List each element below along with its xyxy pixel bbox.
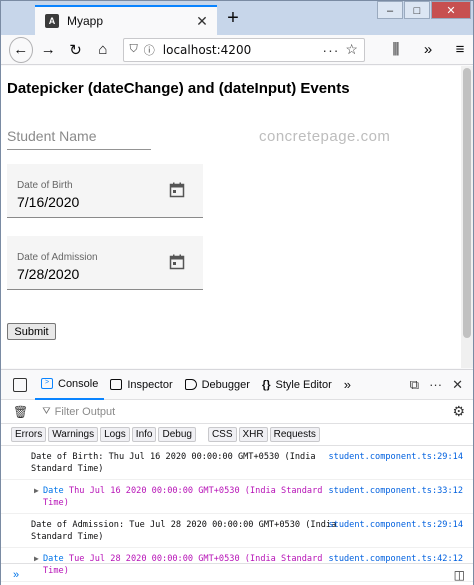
close-devtools-icon[interactable]: ✕ [452, 377, 463, 393]
student-name-input[interactable]: Student Name [7, 126, 151, 150]
tab-myapp[interactable]: A Myapp ✕ [35, 5, 217, 35]
date-of-birth-label: Date of Birth [17, 180, 73, 191]
console-level-filters: Errors Warnings Logs Info Debug CSS XHR … [1, 424, 473, 446]
more-tools-chevron-icon[interactable]: » [338, 370, 357, 400]
date-of-admission-field[interactable]: Date of Admission 7/28/2020 [7, 236, 203, 290]
calendar-icon[interactable] [169, 182, 185, 198]
close-tab-icon[interactable]: ✕ [193, 12, 211, 30]
library-icon[interactable]: ⫼ [383, 37, 409, 63]
console-output: Date of Birth: Thu Jul 16 2020 00:00:00 … [1, 446, 473, 582]
page-scrollbar[interactable] [461, 66, 473, 368]
nav-bar: ← → ↻ ⌂ ⛉ ⓘ localhost:4200 ··· ☆ ⫼ » ≡ [1, 35, 473, 65]
filter-icon: ⛛ [42, 406, 51, 417]
bookmark-star-icon[interactable]: ☆ [345, 41, 358, 58]
date-of-birth-value[interactable]: 7/16/2020 [17, 194, 79, 210]
calendar-icon[interactable] [169, 254, 185, 270]
filter-debug-button[interactable]: Debug [158, 427, 196, 442]
tab-inspector[interactable]: Inspector [104, 370, 178, 400]
filter-output-input[interactable]: ⛛ Filter Output [42, 406, 115, 418]
filter-errors-button[interactable]: Errors [11, 427, 47, 442]
devtools-panel: > Console Inspector Debugger {} Style Ed… [1, 369, 473, 585]
new-tab-button[interactable]: + [223, 7, 243, 29]
tab-console-label: Console [58, 377, 99, 390]
devtools-tabs: > Console Inspector Debugger {} Style Ed… [1, 370, 473, 400]
page-title: Datepicker (dateChange) and (dateInput) … [7, 80, 350, 97]
forward-button[interactable]: → [37, 37, 60, 63]
info-icon[interactable]: ⓘ [144, 42, 155, 58]
date-of-admission-label: Date of Admission [17, 252, 98, 263]
tab-bar: A Myapp ✕ + ‒ □ ✕ [1, 1, 473, 35]
tab-style-editor-label: Style Editor [275, 378, 332, 391]
tab-inspector-label: Inspector [127, 378, 173, 391]
filter-css-button[interactable]: CSS [207, 427, 237, 442]
console-log-row: Date of Birth: Thu Jul 16 2020 00:00:00 … [1, 446, 473, 480]
console-prompt-icon: » [13, 568, 20, 581]
log-object-value: Thu Jul 16 2020 00:00:00 GMT+0530 (India… [43, 486, 323, 508]
console-log-row: Date of Admission: Tue Jul 28 2020 00:00… [1, 514, 473, 548]
url-text[interactable]: localhost:4200 [163, 43, 323, 57]
back-button[interactable]: ← [9, 36, 33, 63]
date-of-birth-field[interactable]: Date of Birth 7/16/2020 [7, 164, 203, 218]
browser-window: A Myapp ✕ + ‒ □ ✕ ← → ↻ ⌂ ⛉ ⓘ localhost:… [0, 0, 474, 585]
watermark: concretepage.com [259, 128, 391, 145]
filter-info-button[interactable]: Info [131, 427, 157, 442]
window-controls: ‒ □ ✕ [376, 1, 471, 19]
date-of-admission-value[interactable]: 7/28/2020 [17, 266, 79, 282]
overflow-chevron-icon[interactable]: » [415, 37, 441, 63]
log-message: Date of Birth: Thu Jul 16 2020 00:00:00 … [31, 452, 316, 474]
expand-arrow-icon[interactable]: ▶ [34, 485, 39, 497]
console-filter-bar: 🗑 ⛛ Filter Output ⚙ [1, 400, 473, 424]
tab-debugger[interactable]: Debugger [179, 370, 256, 400]
filter-placeholder: Filter Output [54, 405, 116, 418]
home-button[interactable]: ⌂ [91, 37, 114, 63]
braces-icon: {} [261, 378, 271, 391]
gear-icon[interactable]: ⚙ [452, 403, 465, 420]
tab-title: Myapp [67, 14, 104, 28]
scrollbar-thumb[interactable] [463, 68, 471, 338]
tab-debugger-label: Debugger [201, 378, 250, 391]
split-console-icon[interactable]: ◫ [454, 568, 465, 582]
log-object-type: Date [43, 486, 64, 496]
log-message: Date of Admission: Tue Jul 28 2020 00:00… [31, 520, 337, 542]
tab-style-editor[interactable]: {} Style Editor [256, 370, 338, 400]
console-log-row[interactable]: ▶ Date Thu Jul 16 2020 00:00:00 GMT+0530… [1, 480, 473, 514]
page-content: Datepicker (dateChange) and (dateInput) … [1, 66, 461, 368]
log-source-link[interactable]: student.component.ts:29:14 [328, 451, 463, 463]
log-source-link[interactable]: student.component.ts:33:12 [328, 485, 463, 497]
url-bar[interactable]: ⛉ ⓘ localhost:4200 ··· ☆ [122, 37, 365, 62]
close-window-button[interactable]: ✕ [431, 1, 471, 19]
angular-icon: A [45, 14, 59, 28]
filter-logs-button[interactable]: Logs [100, 427, 130, 442]
shield-icon[interactable]: ⛉ [130, 43, 138, 56]
devtools-menu-icon[interactable]: ··· [429, 377, 442, 392]
minimize-button[interactable]: ‒ [377, 1, 403, 19]
page-actions-icon[interactable]: ··· [322, 42, 339, 58]
element-picker-icon[interactable] [13, 377, 27, 392]
hamburger-menu-icon[interactable]: ≡ [447, 37, 473, 63]
filter-xhr-button[interactable]: XHR [238, 427, 268, 442]
filter-warnings-button[interactable]: Warnings [48, 427, 99, 442]
console-input[interactable]: » ◫ [1, 563, 473, 585]
maximize-button[interactable]: □ [404, 1, 430, 19]
filter-requests-button[interactable]: Requests [269, 427, 320, 442]
tab-console[interactable]: > Console [35, 370, 105, 400]
console-icon: > [41, 378, 53, 389]
log-source-link[interactable]: student.component.ts:29:14 [328, 519, 463, 531]
inspector-icon [110, 379, 123, 390]
dock-side-icon[interactable]: ⧉ [410, 377, 419, 393]
reload-button[interactable]: ↻ [64, 37, 87, 63]
submit-button[interactable]: Submit [7, 323, 56, 340]
trash-icon[interactable]: 🗑 [13, 405, 28, 419]
debugger-icon [184, 379, 197, 390]
